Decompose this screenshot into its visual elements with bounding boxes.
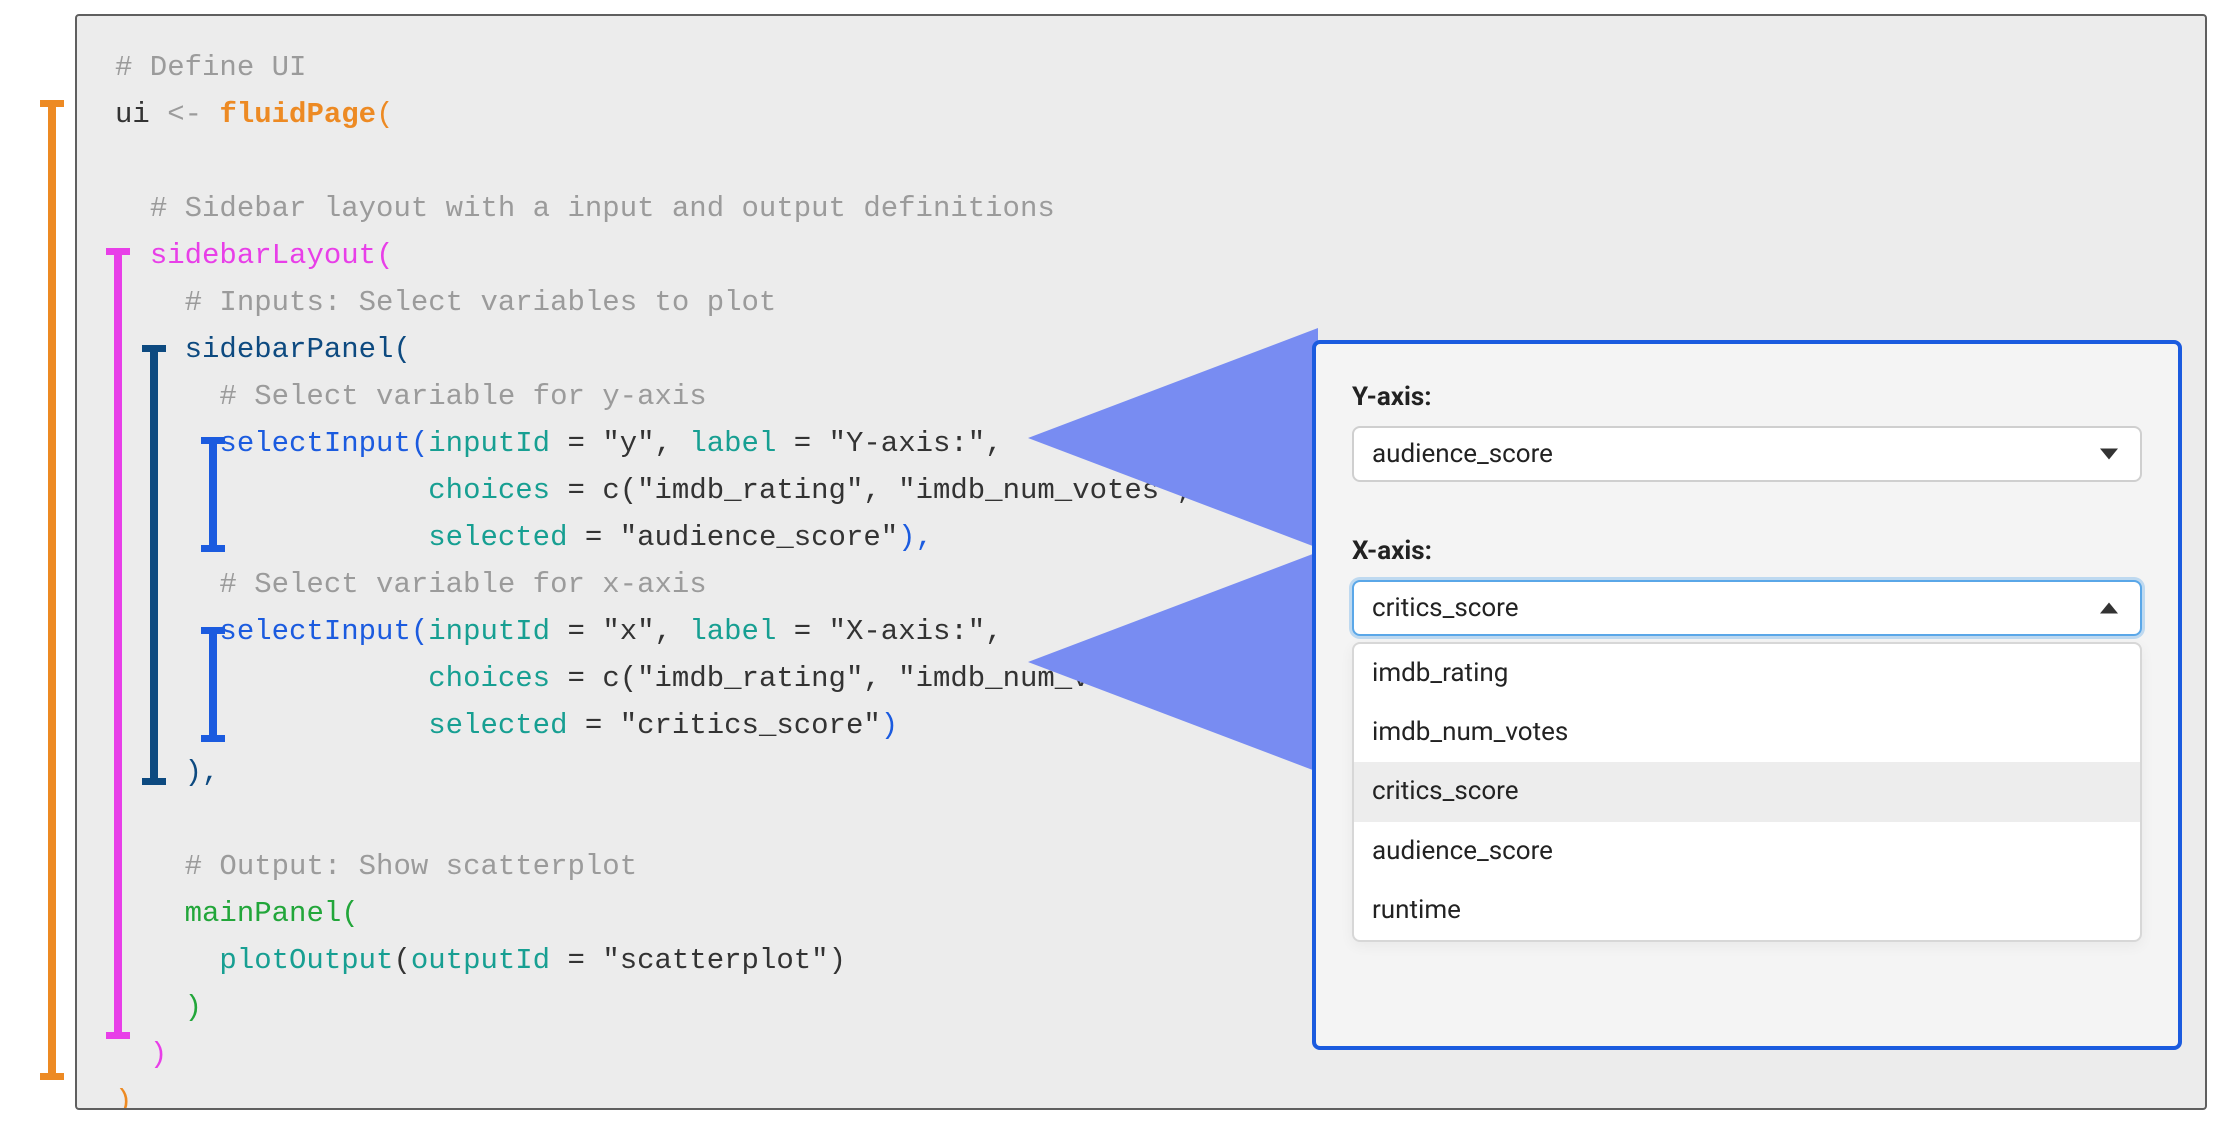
code-string: "audience_score" [620, 521, 898, 554]
code-paren: ( [393, 333, 410, 366]
dropdown-option[interactable]: runtime [1354, 881, 2140, 940]
code-paren: ), [898, 521, 933, 554]
code-arg: inputId [428, 615, 550, 648]
code-paren: ) [829, 944, 846, 977]
code-paren: ( [393, 944, 410, 977]
code-paren: ( [620, 662, 637, 695]
code-token: , [985, 427, 1002, 460]
x-axis-dropdown: imdb_rating imdb_num_votes critics_score… [1352, 642, 2142, 942]
code-arg: choices [428, 474, 550, 507]
callout-pointer-y [1028, 328, 1318, 548]
code-comment: # Define UI [115, 51, 306, 84]
code-paren: ) [881, 709, 898, 742]
code-token: , [655, 427, 690, 460]
bracket-selectinput-x [209, 627, 217, 742]
code-token: = [568, 521, 620, 554]
code-paren: ( [411, 615, 428, 648]
chevron-down-icon [2100, 449, 2118, 460]
code-string: "Y-axis:" [829, 427, 986, 460]
bracket-sidebarlayout [114, 248, 122, 1039]
code-token: = [550, 662, 602, 695]
code-paren: ( [376, 239, 393, 272]
y-axis-selected-value: audience_score [1372, 439, 1553, 469]
code-arg: choices [428, 662, 550, 695]
code-comment: # Select variable for y-axis [219, 380, 706, 413]
code-fn-fluidpage: fluidPage [219, 98, 376, 131]
code-paren: ( [411, 427, 428, 460]
code-token: ui [115, 98, 167, 131]
code-comment: # Output: Show scatterplot [185, 850, 637, 883]
dropdown-option-selected[interactable]: critics_score [1354, 762, 2140, 821]
code-fn-sidebarlayout: sidebarLayout [150, 239, 376, 272]
code-string: "x" [602, 615, 654, 648]
dropdown-option[interactable]: imdb_num_votes [1354, 703, 2140, 762]
code-token: <- [167, 98, 219, 131]
code-fn-plotoutput: plotOutput [219, 944, 393, 977]
code-token: = [568, 709, 620, 742]
code-comment: # Select variable for x-axis [219, 568, 706, 601]
chevron-up-icon [2100, 603, 2118, 614]
code-token: = [550, 615, 602, 648]
code-token: = [776, 427, 828, 460]
code-token: = [550, 474, 602, 507]
bracket-sidebarpanel [150, 345, 158, 785]
code-string: "y" [602, 427, 654, 460]
code-token: , [655, 615, 690, 648]
code-token: c [602, 662, 619, 695]
callout-pointer-x [1028, 552, 1318, 772]
code-paren: ), [185, 756, 220, 789]
code-string: "critics_score" [620, 709, 881, 742]
code-paren: ) [185, 991, 202, 1024]
bracket-fluidpage [48, 100, 56, 1080]
code-token: = [776, 615, 828, 648]
code-string: "X-axis:" [829, 615, 986, 648]
code-fn-sidebarpanel: sidebarPanel [185, 333, 394, 366]
code-string: "scatterplot" [602, 944, 828, 977]
x-axis-selected-value: critics_score [1372, 593, 1519, 623]
code-arg: outputId [411, 944, 550, 977]
y-axis-label: Y-axis: [1352, 382, 2142, 412]
code-fn-selectinput: selectInput [219, 427, 410, 460]
code-paren: ( [376, 98, 393, 131]
dropdown-option[interactable]: imdb_rating [1354, 644, 2140, 703]
code-paren: ( [620, 474, 637, 507]
code-token: c [602, 474, 619, 507]
code-arg: selected [428, 521, 567, 554]
code-comment: # Sidebar layout with a input and output… [150, 192, 1055, 225]
code-fn-selectinput: selectInput [219, 615, 410, 648]
code-fn-mainpanel: mainPanel [185, 897, 342, 930]
dropdown-option[interactable]: audience_score [1354, 822, 2140, 881]
code-token: = [550, 944, 602, 977]
code-arg: inputId [428, 427, 550, 460]
x-axis-label: X-axis: [1352, 536, 2142, 566]
y-axis-select[interactable]: audience_score [1352, 426, 2142, 482]
code-paren: ( [341, 897, 358, 930]
code-comment: # Inputs: Select variables to plot [185, 286, 777, 319]
code-arg: label [689, 427, 776, 460]
code-arg: label [689, 615, 776, 648]
code-paren: ) [150, 1038, 167, 1071]
code-token: = [550, 427, 602, 460]
x-axis-select[interactable]: critics_score [1352, 580, 2142, 636]
preview-panel: Y-axis: audience_score X-axis: critics_s… [1312, 340, 2182, 1050]
bracket-selectinput-y [209, 437, 217, 552]
code-token: , [985, 615, 1002, 648]
code-paren: ) [115, 1085, 132, 1110]
code-arg: selected [428, 709, 567, 742]
